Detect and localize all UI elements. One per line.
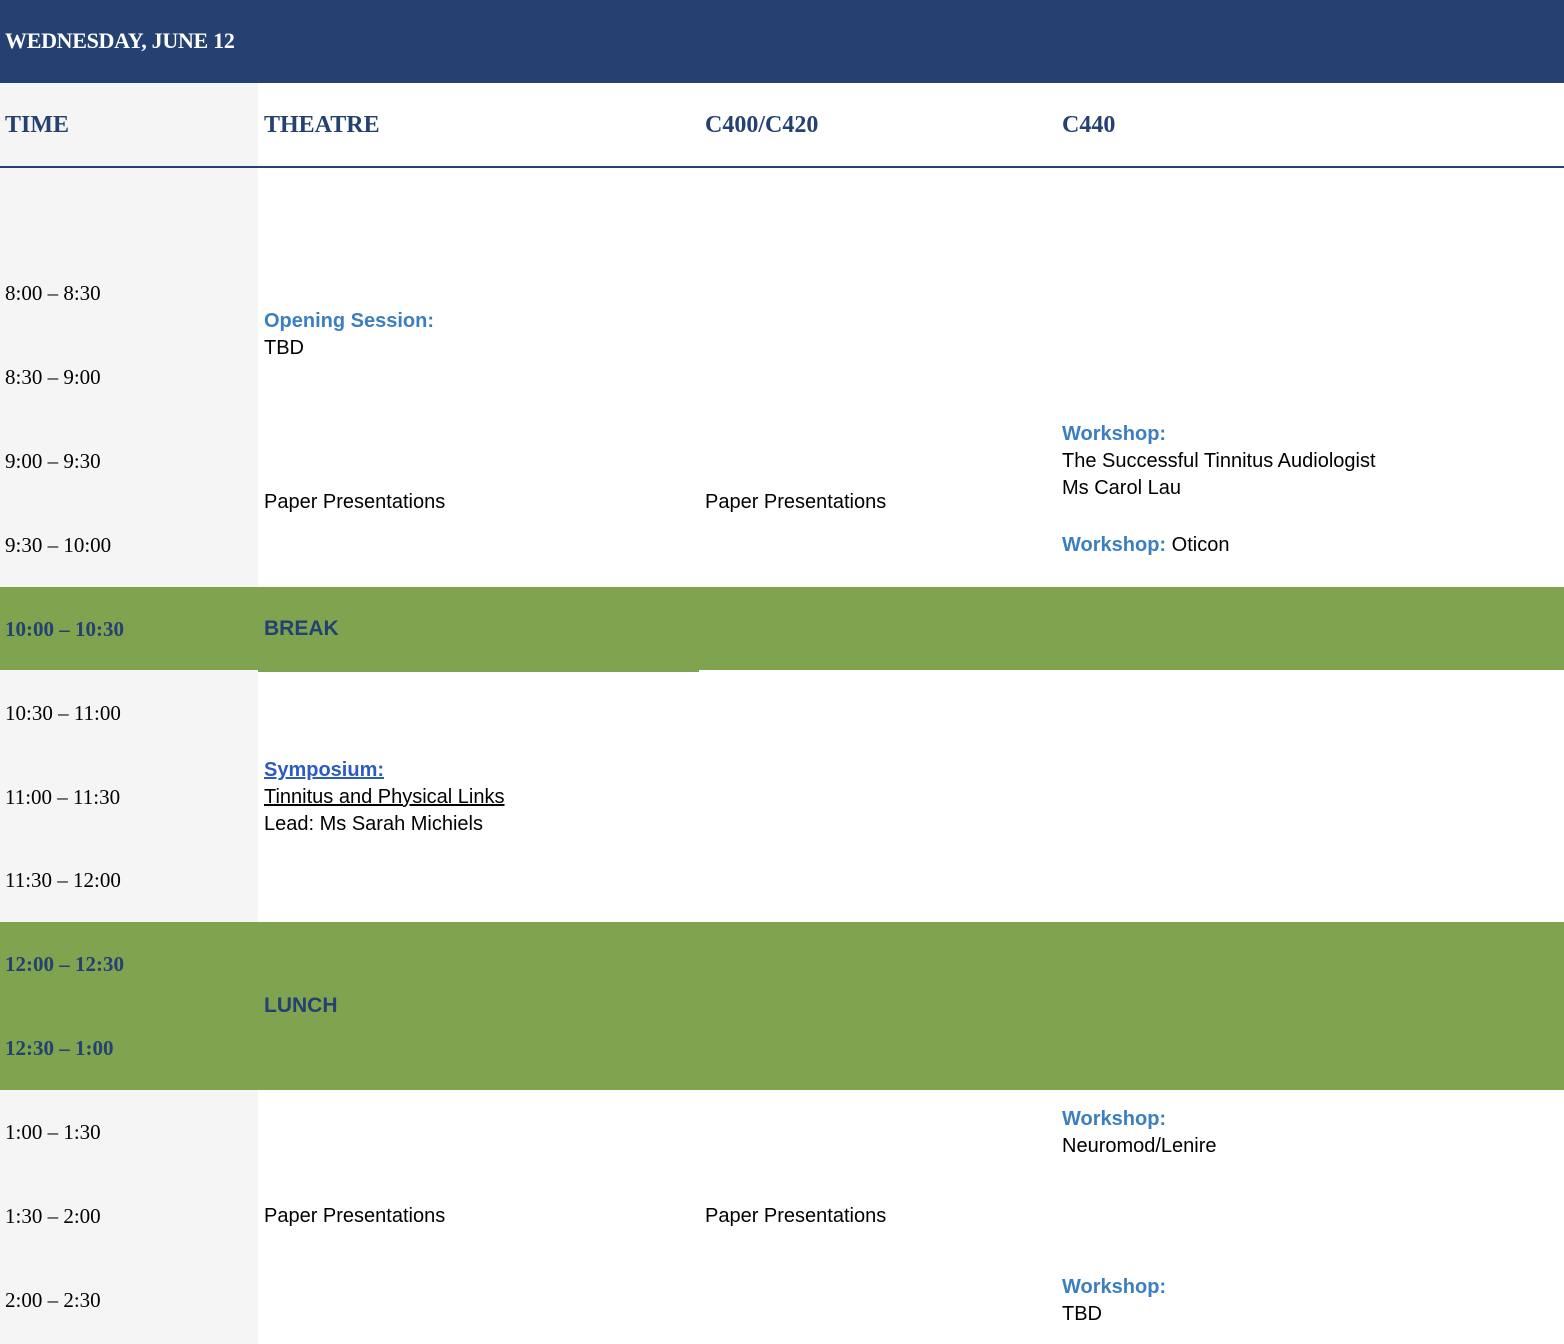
symposium-link[interactable]: Symposium: (264, 757, 505, 784)
time-slot: 2:00 – 2:30 (5, 1288, 101, 1312)
time-slot-lunch: 12:00 – 12:30 (5, 952, 124, 976)
workshop-label: Workshop: (1062, 534, 1167, 556)
workshop-title: TBD (1062, 1303, 1102, 1325)
workshop-label: Workshop: (1062, 1276, 1167, 1298)
theatre-paper-presentations-morning: Paper Presentations (264, 491, 446, 513)
break-label: BREAK (264, 617, 339, 640)
workshop-title: The Successful Tinnitus Audiologist (1062, 450, 1376, 472)
workshop-tinnitus-audiologist: Workshop: The Successful Tinnitus Audiol… (1062, 421, 1376, 502)
workshop-neuromod: Workshop: Neuromod/Lenire (1062, 1106, 1217, 1160)
header-divider (0, 166, 1564, 168)
time-slot: 11:00 – 11:30 (5, 785, 121, 809)
time-slot: 9:30 – 10:00 (5, 533, 112, 557)
symposium-title-link[interactable]: Tinnitus and Physical Links (264, 784, 505, 811)
workshop-presenter: Ms Carol Lau (1062, 477, 1181, 499)
workshop-label: Workshop: (1062, 1108, 1167, 1130)
column-header-c440: C440 (1062, 112, 1116, 138)
workshop-title: Neuromod/Lenire (1062, 1135, 1217, 1157)
time-slot: 9:00 – 9:30 (5, 449, 101, 473)
lunch-band (0, 922, 1564, 1090)
c400-paper-presentations-afternoon: Paper Presentations (705, 1205, 887, 1227)
time-slot: 1:00 – 1:30 (5, 1120, 101, 1144)
time-slot: 8:00 – 8:30 (5, 281, 101, 305)
theatre-paper-presentations-afternoon: Paper Presentations (264, 1205, 446, 1227)
column-header-theatre: THEATRE (264, 112, 380, 138)
opening-session-label: Opening Session: (264, 310, 435, 332)
column-header-c400-c420: C400/C420 (705, 112, 819, 138)
opening-session-cell: Opening Session: TBD (264, 308, 434, 362)
time-slot: 11:30 – 12:00 (5, 868, 121, 892)
c400-paper-presentations-morning: Paper Presentations (705, 491, 887, 513)
day-title: WEDNESDAY, JUNE 12 (5, 28, 235, 53)
time-slot: 8:30 – 9:00 (5, 365, 101, 389)
time-slot-break: 10:00 – 10:30 (5, 617, 124, 641)
opening-session-text: TBD (264, 337, 304, 359)
time-slot-lunch: 12:30 – 1:00 (5, 1036, 114, 1060)
day-header: WEDNESDAY, JUNE 12 (0, 0, 1564, 83)
column-header-time: TIME (5, 112, 70, 138)
workshop-label: Workshop: (1062, 423, 1167, 445)
break-underline (258, 670, 699, 672)
lunch-label: LUNCH (264, 994, 338, 1017)
break-band (0, 587, 1564, 670)
workshop-tbd: Workshop: TBD (1062, 1274, 1166, 1328)
time-slot: 1:30 – 2:00 (5, 1204, 101, 1228)
symposium-lead: Lead: Ms Sarah Michiels (264, 813, 483, 835)
symposium-cell: Symposium: Tinnitus and Physical Links L… (264, 757, 505, 838)
time-slot: 10:30 – 11:00 (5, 701, 121, 725)
workshop-oticon: Workshop: Oticon (1062, 532, 1229, 559)
workshop-title: Oticon (1171, 534, 1230, 556)
